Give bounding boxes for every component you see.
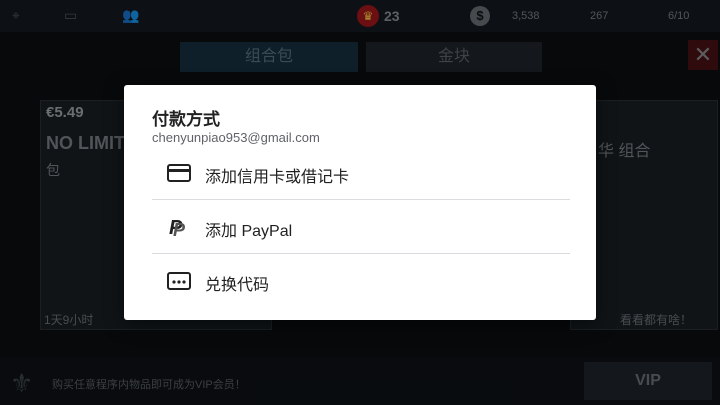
redeem-code-icon	[166, 270, 192, 292]
svg-text:P: P	[173, 220, 186, 238]
add-card-label: 添加信用卡或借记卡	[205, 169, 350, 186]
credit-card-icon	[166, 162, 192, 184]
paypal-icon: PP	[166, 216, 192, 240]
redeem-code-label: 兑换代码	[205, 277, 270, 294]
divider	[152, 199, 570, 200]
account-email: chenyunpiao953@gmail.com	[152, 130, 320, 145]
payment-method-dialog: 付款方式 chenyunpiao953@gmail.com 添加信用卡或借记卡 …	[124, 85, 596, 320]
add-paypal-label: 添加 PayPal	[205, 223, 293, 240]
add-paypal-option[interactable]: PP 添加 PayPal	[152, 201, 570, 254]
divider	[152, 253, 570, 254]
redeem-code-option[interactable]: 兑换代码	[152, 255, 570, 308]
dialog-title: 付款方式	[152, 110, 220, 129]
add-card-option[interactable]: 添加信用卡或借记卡	[152, 147, 570, 200]
